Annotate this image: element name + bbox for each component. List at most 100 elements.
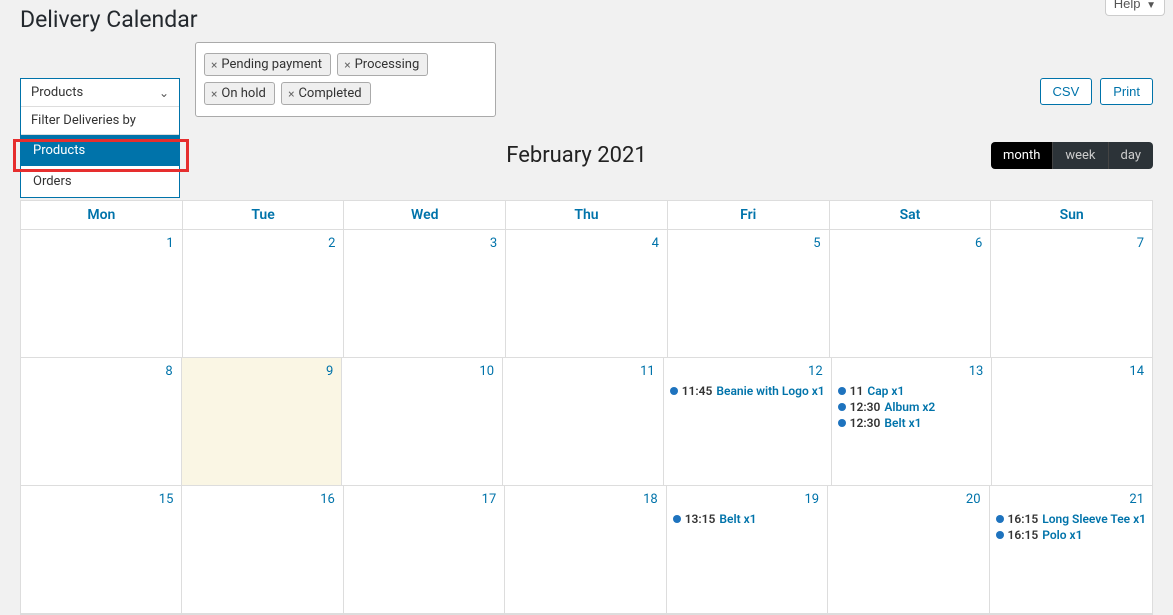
calendar-day-cell[interactable]: 14 (992, 358, 1152, 486)
event-time: 12:30 (850, 400, 881, 414)
view-month-button[interactable]: month (991, 142, 1053, 169)
event-time: 12:30 (850, 416, 881, 430)
status-filter-box[interactable]: × Pending payment × Processing × On hold… (195, 42, 496, 117)
event-title: Cap x1 (867, 384, 904, 398)
status-label: Processing (355, 57, 420, 72)
event-title: Beanie with Logo x1 (716, 384, 824, 398)
calendar-day-cell[interactable]: 6 (830, 230, 992, 358)
day-number: 3 (490, 236, 497, 251)
event-dot-icon (670, 387, 678, 395)
calendar-day-cell[interactable]: 1 (21, 230, 183, 358)
calendar-event[interactable]: 11:45Beanie with Logo x1 (670, 384, 825, 398)
status-label: On hold (221, 86, 265, 101)
calendar-day-cell[interactable]: 5 (668, 230, 830, 358)
day-number: 4 (652, 236, 659, 251)
status-label: Completed (298, 86, 361, 101)
calendar-day-cell[interactable]: 20 (828, 486, 989, 614)
help-label: Help (1114, 0, 1141, 11)
calendar-day-cell[interactable]: 10 (342, 358, 503, 486)
calendar-day-cell[interactable]: 8 (21, 358, 182, 486)
day-number: 21 (1129, 492, 1144, 507)
day-number: 17 (482, 492, 497, 507)
filter-select[interactable]: Products ⌄ (21, 79, 179, 107)
filter-selected-label: Products (31, 85, 83, 100)
event-time: 11 (850, 384, 864, 398)
event-dot-icon (996, 515, 1004, 523)
day-header: Sat (830, 201, 992, 230)
calendar-day-cell[interactable]: 2 (183, 230, 345, 358)
calendar-event[interactable]: 16:15Long Sleeve Tee x1 (996, 512, 1147, 526)
event-title: Album x2 (884, 400, 935, 414)
day-number: 16 (320, 492, 335, 507)
event-time: 16:15 (1008, 528, 1039, 542)
event-time: 13:15 (685, 512, 716, 526)
day-number: 15 (159, 492, 174, 507)
event-dot-icon (838, 403, 846, 411)
calendar-day-cell[interactable]: 13 11Cap x1 12:30Album x2 12:30Belt x1 (832, 358, 993, 486)
calendar-day-cell[interactable]: 15 (21, 486, 182, 614)
event-title: Belt x1 (719, 512, 756, 526)
day-number: 11 (640, 364, 655, 379)
day-number: 6 (975, 236, 982, 251)
status-pill-processing[interactable]: × Processing (337, 53, 428, 76)
calendar-event[interactable]: 11Cap x1 (838, 384, 986, 398)
event-dot-icon (996, 531, 1004, 539)
event-time: 16:15 (1008, 512, 1039, 526)
print-button[interactable]: Print (1100, 78, 1153, 105)
filter-panel: Products ⌄ Filter Deliveries by Products… (20, 78, 180, 198)
event-time: 11:45 (682, 384, 713, 398)
calendar-day-cell[interactable]: 12 11:45Beanie with Logo x1 (664, 358, 832, 486)
calendar-day-cell[interactable]: 16 (182, 486, 343, 614)
day-header: Tue (183, 201, 345, 230)
csv-button[interactable]: CSV (1040, 78, 1093, 105)
day-number: 13 (969, 364, 984, 379)
calendar-day-cell[interactable]: 18 (505, 486, 666, 614)
calendar-day-cell[interactable]: 4 (506, 230, 668, 358)
close-icon[interactable]: × (211, 87, 217, 101)
day-number: 14 (1129, 364, 1144, 379)
view-switch: month week day (991, 142, 1153, 169)
filter-option-orders[interactable]: Orders (21, 166, 179, 197)
status-pill-completed[interactable]: × Completed (281, 82, 371, 105)
close-icon[interactable]: × (288, 87, 294, 101)
filter-header: Filter Deliveries by (21, 107, 179, 135)
calendar-event[interactable]: 12:30Belt x1 (838, 416, 986, 430)
day-number: 8 (165, 364, 172, 379)
filter-option-products[interactable]: Products (21, 135, 179, 166)
chevron-down-icon: ⌄ (159, 86, 169, 100)
day-number: 5 (813, 236, 820, 251)
close-icon[interactable]: × (211, 58, 217, 72)
calendar-grid: MonTueWedThuFriSatSun 12345678910111211:… (20, 200, 1153, 615)
calendar-day-cell[interactable]: 3 (344, 230, 506, 358)
close-icon[interactable]: × (344, 58, 350, 72)
calendar-event[interactable]: 16:15Polo x1 (996, 528, 1147, 542)
day-number: 9 (326, 364, 333, 379)
day-number: 18 (643, 492, 658, 507)
calendar-day-cell[interactable]: 17 (344, 486, 505, 614)
view-day-button[interactable]: day (1109, 142, 1153, 169)
calendar-day-cell[interactable]: 9 (182, 358, 343, 486)
calendar-event[interactable]: 13:15Belt x1 (673, 512, 821, 526)
day-header: Thu (506, 201, 668, 230)
day-number: 2 (328, 236, 335, 251)
caret-down-icon: ▼ (1146, 0, 1156, 11)
calendar-day-cell[interactable]: 7 (991, 230, 1152, 358)
status-label: Pending payment (221, 57, 322, 72)
calendar-event[interactable]: 12:30Album x2 (838, 400, 986, 414)
day-header: Sun (991, 201, 1152, 230)
day-number: 12 (808, 364, 823, 379)
calendar-day-cell[interactable]: 11 (503, 358, 664, 486)
day-header: Mon (21, 201, 183, 230)
status-pill-pending-payment[interactable]: × Pending payment (204, 53, 331, 76)
month-title: February 2021 (506, 143, 646, 168)
status-pill-on-hold[interactable]: × On hold (204, 82, 275, 105)
calendar-day-cell[interactable]: 1913:15Belt x1 (667, 486, 828, 614)
help-button[interactable]: Help ▼ (1105, 0, 1165, 16)
day-number: 20 (966, 492, 981, 507)
event-title: Polo x1 (1042, 528, 1082, 542)
view-week-button[interactable]: week (1053, 142, 1108, 169)
page-title: Delivery Calendar (20, 6, 198, 33)
calendar-day-cell[interactable]: 2116:15Long Sleeve Tee x116:15Polo x1 (990, 486, 1153, 614)
event-dot-icon (838, 419, 846, 427)
event-title: Long Sleeve Tee x1 (1042, 512, 1146, 526)
